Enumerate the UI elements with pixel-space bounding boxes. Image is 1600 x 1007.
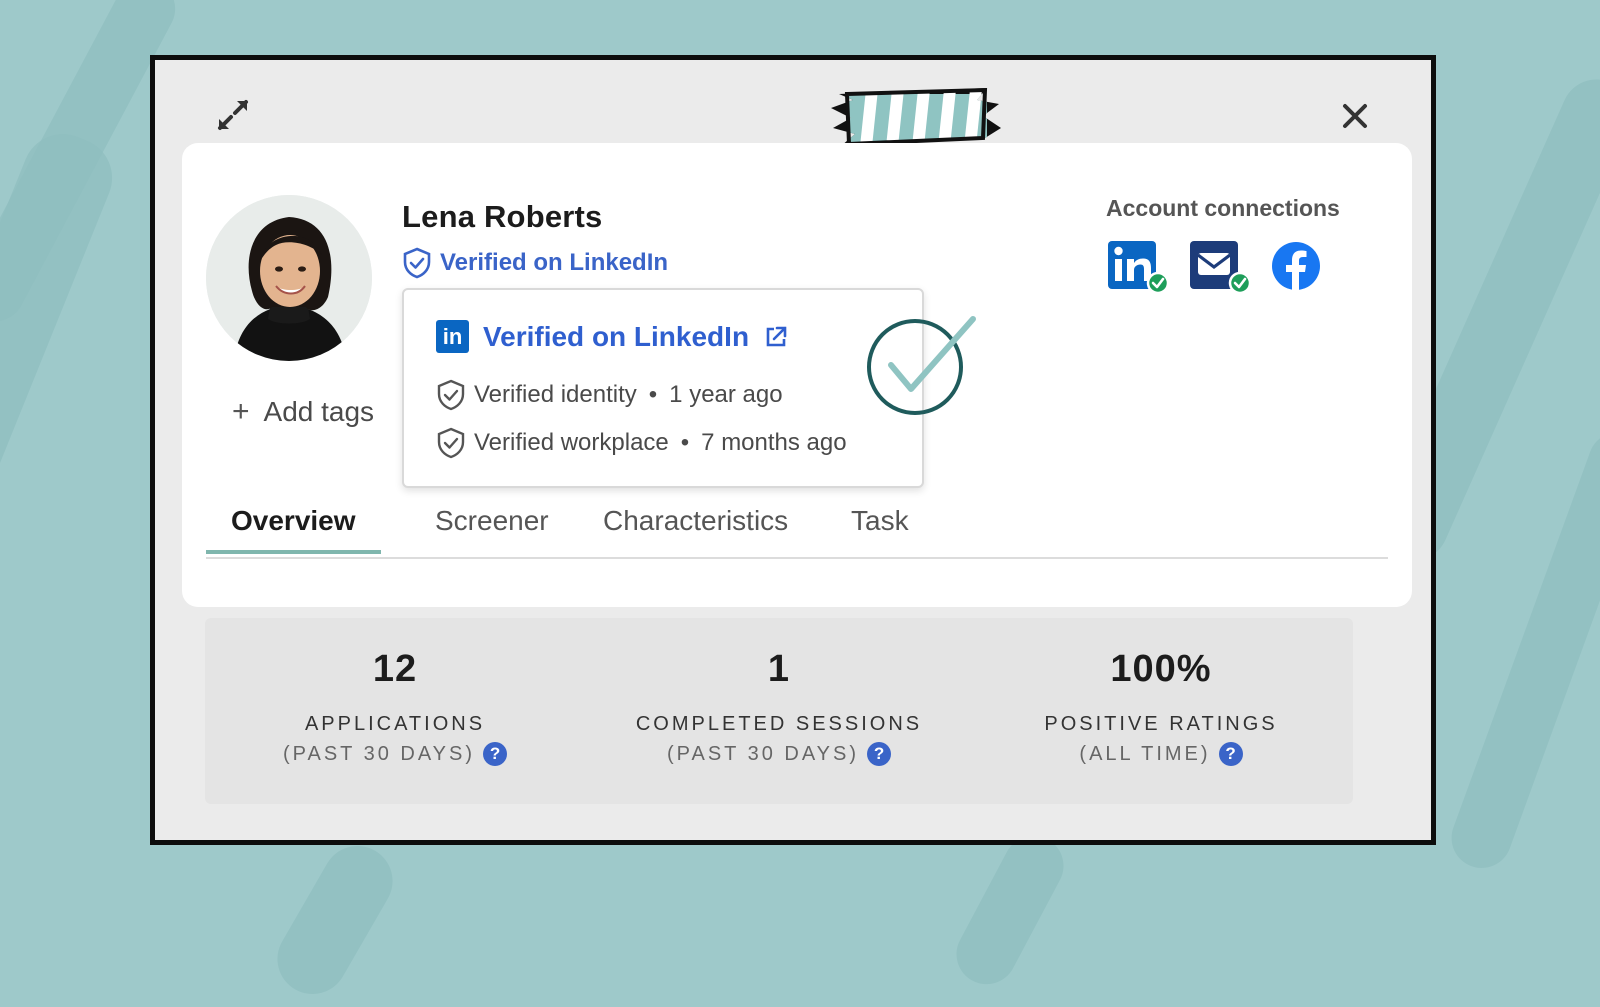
stat-value: 100% [1110, 648, 1212, 690]
stat-sub-row: (PAST 30 DAYS) ? [205, 742, 585, 766]
stat-applications: 12 APPLICATIONS (PAST 30 DAYS) ? [205, 648, 585, 766]
shield-check-icon [403, 247, 431, 279]
stat-sub-row: (ALL TIME) ? [971, 742, 1351, 766]
stat-label: APPLICATIONS [304, 713, 486, 735]
stats-panel: 12 APPLICATIONS (PAST 30 DAYS) ? 1 COMPL… [205, 618, 1353, 804]
tab-task[interactable]: Task [826, 505, 934, 550]
external-link-icon [766, 326, 787, 346]
linkedin-icon[interactable] [1106, 239, 1168, 295]
candidate-profile-modal: Lena Roberts Verified on LinkedIn + Add … [150, 55, 1436, 845]
help-icon[interactable]: ? [1218, 742, 1243, 766]
big-checkmark-icon [867, 316, 976, 415]
tape-decoration [831, 87, 1001, 147]
verified-on-linkedin-link[interactable]: Verified on LinkedIn [402, 247, 668, 279]
shield-check-icon [437, 379, 465, 411]
verification-time: 1 year ago [669, 381, 783, 408]
stat-sub: (ALL TIME) [1079, 742, 1211, 765]
help-icon[interactable]: ? [867, 742, 892, 766]
account-connections-title: Account connections [1106, 195, 1340, 221]
close-icon[interactable] [1339, 100, 1371, 132]
background-stroke [264, 833, 406, 1007]
tab-characteristics[interactable]: Characteristics [578, 505, 813, 550]
verified-label: Verified on LinkedIn [440, 249, 669, 276]
linkedin-icon: in [436, 320, 469, 353]
verification-label: Verified identity [474, 381, 637, 408]
stat-sub-row: (PAST 30 DAYS) ? [589, 742, 969, 766]
add-tags-button[interactable]: + Add tags [232, 395, 374, 429]
plus-icon: + [232, 395, 250, 428]
stat-sub: (PAST 30 DAYS) [282, 742, 476, 765]
stat-value: 1 [767, 648, 791, 690]
stat-label: COMPLETED SESSIONS [635, 713, 923, 735]
candidate-name: Lena Roberts [402, 199, 603, 234]
popover-title: Verified on LinkedIn [483, 320, 750, 352]
stat-value: 12 [372, 648, 418, 690]
verification-time: 7 months ago [701, 429, 847, 456]
separator-dot: • [680, 429, 690, 456]
background-stroke [945, 825, 1075, 995]
stat-positive-ratings: 100% POSITIVE RATINGS (ALL TIME) ? [971, 648, 1351, 766]
verification-row: Verified identity • 1 year ago [436, 379, 783, 411]
email-icon[interactable] [1188, 239, 1250, 295]
verification-label: Verified workplace [474, 429, 669, 456]
expand-icon[interactable] [215, 97, 251, 133]
stat-sub: (PAST 30 DAYS) [666, 742, 860, 765]
tab-overview[interactable]: Overview [206, 505, 381, 554]
verification-row: Verified workplace • 7 months ago [436, 427, 847, 459]
shield-check-icon [437, 427, 465, 459]
profile-tabs: Overview Screener Characteristics Task [206, 483, 1388, 559]
help-icon[interactable]: ? [483, 742, 508, 766]
stat-completed-sessions: 1 COMPLETED SESSIONS (PAST 30 DAYS) ? [589, 648, 969, 766]
avatar [206, 195, 372, 361]
popover-title-link[interactable]: in Verified on LinkedIn [436, 320, 789, 353]
tab-screener[interactable]: Screener [410, 505, 574, 550]
facebook-icon[interactable] [1270, 239, 1332, 295]
stat-label: POSITIVE RATINGS [1044, 713, 1278, 735]
linkedin-verification-popover: in Verified on LinkedIn Verified identit… [402, 288, 924, 488]
add-tags-label: Add tags [263, 396, 375, 427]
profile-card: Lena Roberts Verified on LinkedIn + Add … [182, 143, 1412, 607]
separator-dot: • [648, 381, 658, 408]
